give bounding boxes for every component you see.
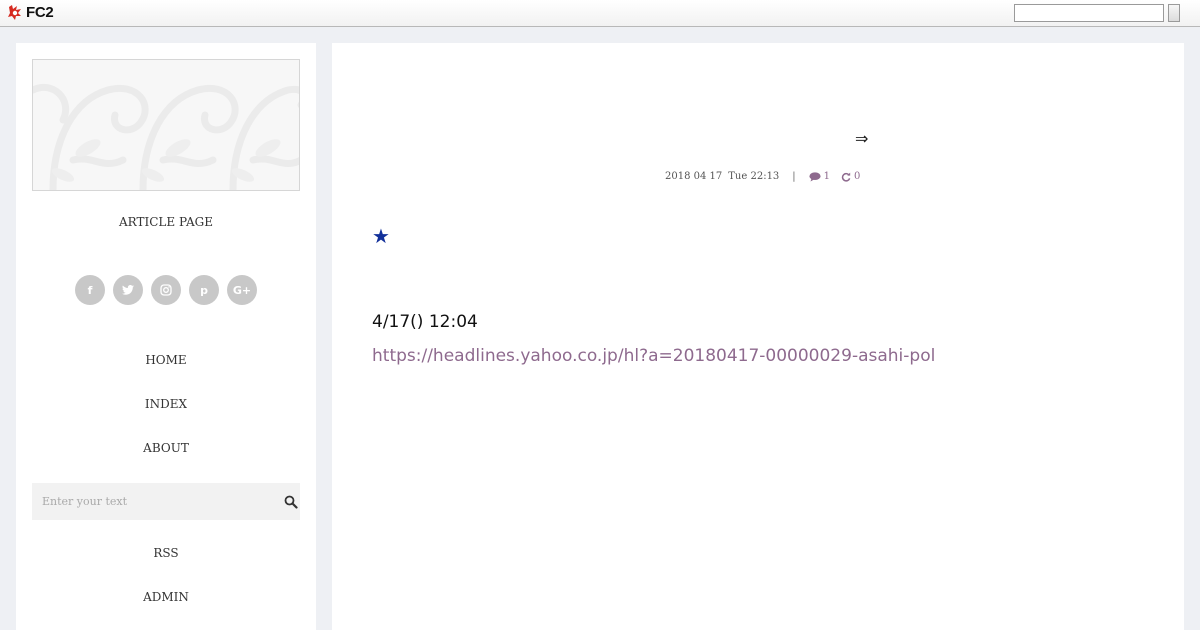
search-icon[interactable] <box>284 494 298 509</box>
meta-separator: | <box>792 171 796 182</box>
fc2-logo-icon <box>7 4 23 21</box>
refresh-icon <box>841 172 851 182</box>
post-date-text: 4/17() 12:04 <box>372 312 478 332</box>
article-title[interactable]: ⇒ <box>855 129 868 148</box>
header-banner-image <box>32 59 300 191</box>
blog-title[interactable]: ARTICLE PAGE <box>16 215 316 229</box>
sidebar: ARTICLE PAGE f p G+ HOME INDEX ABOUT RSS… <box>16 43 316 630</box>
article-panel: ⇒ 2018 04 17 Tue 22:13 | 1 0 ★ 4/17() 12… <box>332 43 1184 630</box>
article-time: Tue 22:13 <box>728 171 780 182</box>
google-plus-icon[interactable]: G+ <box>227 275 257 305</box>
twitter-icon[interactable] <box>113 275 143 305</box>
article-link[interactable]: https://headlines.yahoo.co.jp/hl?a=20180… <box>372 346 935 366</box>
instagram-icon[interactable] <box>151 275 181 305</box>
fc2-logo[interactable]: FC2 <box>7 4 54 21</box>
header-search-input[interactable] <box>1014 4 1164 22</box>
fc2-header-bar: FC2 <box>0 0 1200 27</box>
nav-admin[interactable]: ADMIN <box>16 590 316 604</box>
nav-rss[interactable]: RSS <box>16 546 316 560</box>
social-links: f p G+ <box>16 275 316 305</box>
header-search-button[interactable] <box>1168 4 1180 22</box>
nav-about[interactable]: ABOUT <box>16 441 316 455</box>
facebook-icon[interactable]: f <box>75 275 105 305</box>
sidebar-search-input[interactable] <box>32 483 272 520</box>
fc2-logo-text: FC2 <box>26 4 54 21</box>
trackback-count: 0 <box>854 171 861 182</box>
pinterest-icon[interactable]: p <box>189 275 219 305</box>
article-meta: 2018 04 17 Tue 22:13 | 1 0 <box>665 171 860 182</box>
comment-icon <box>809 171 821 181</box>
sidebar-search <box>32 483 300 520</box>
trackback-link[interactable]: 0 <box>841 171 860 182</box>
nav-index[interactable]: INDEX <box>16 397 316 411</box>
star-icon: ★ <box>372 224 390 248</box>
comment-link[interactable]: 1 <box>809 171 830 182</box>
nav-home[interactable]: HOME <box>16 353 316 367</box>
article-date: 2018 04 17 <box>665 171 723 182</box>
comment-count: 1 <box>823 171 831 182</box>
